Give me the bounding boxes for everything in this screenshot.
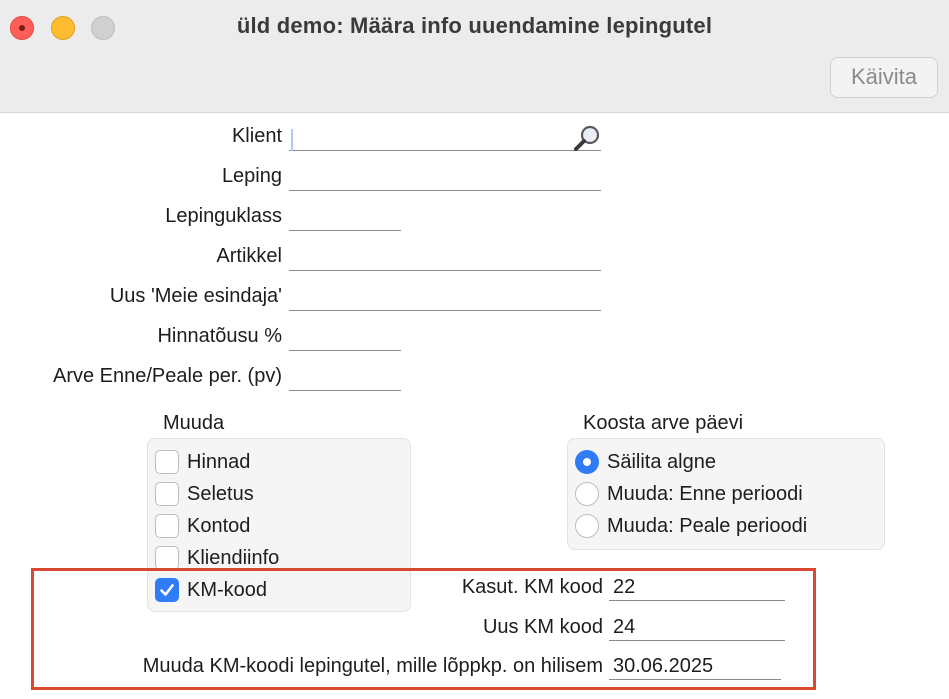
- run-button[interactable]: Käivita: [830, 57, 938, 98]
- lepinguklass-label: Lepinguklass: [165, 205, 282, 227]
- artikkel-field[interactable]: [289, 249, 601, 271]
- hinnatousu-label: Hinnatõusu %: [157, 325, 282, 347]
- checkbox-box[interactable]: [155, 482, 179, 506]
- esindaja-field[interactable]: [289, 289, 601, 311]
- checkbox-box[interactable]: [155, 450, 179, 474]
- klient-label: Klient: [231, 125, 282, 147]
- radio-label: Muuda: Enne perioodi: [607, 483, 803, 505]
- koosta-group-title: Koosta arve päevi: [583, 412, 744, 434]
- checkbox-label: Kontod: [187, 515, 251, 537]
- checkbox-box[interactable]: [155, 546, 179, 570]
- artikkel-label: Artikkel: [216, 245, 282, 267]
- checkbox-label: Hinnad: [187, 451, 251, 473]
- window-title: üld demo: Määra info uuendamine lepingut…: [236, 13, 713, 38]
- magnifier-icon[interactable]: [571, 123, 603, 155]
- lepinguklass-field[interactable]: [289, 209, 401, 231]
- klient-field[interactable]: [289, 125, 601, 151]
- arve-enne-peale-label: Arve Enne/Peale per. (pv): [52, 365, 282, 387]
- arve-enne-peale-field[interactable]: [289, 369, 401, 391]
- esindaja-label: Uus 'Meie esindaja': [109, 285, 282, 307]
- radio-button-selected[interactable]: [575, 450, 599, 474]
- highlight-box: [31, 568, 816, 690]
- radio-button[interactable]: [575, 482, 599, 506]
- hinnatousu-field[interactable]: [289, 329, 401, 351]
- checkbox-box[interactable]: [155, 514, 179, 538]
- leping-field[interactable]: [289, 169, 601, 191]
- text-cursor: [291, 129, 293, 151]
- radio-button[interactable]: [575, 514, 599, 538]
- radio-label: Muuda: Peale perioodi: [607, 515, 808, 537]
- window-titlebar: üld demo: Määra info uuendamine lepingut…: [0, 0, 949, 113]
- muuda-group-title: Muuda: [163, 412, 225, 434]
- checkbox-label: Seletus: [187, 483, 254, 505]
- radio-label: Säilita algne: [607, 451, 716, 473]
- leping-label: Leping: [221, 165, 282, 187]
